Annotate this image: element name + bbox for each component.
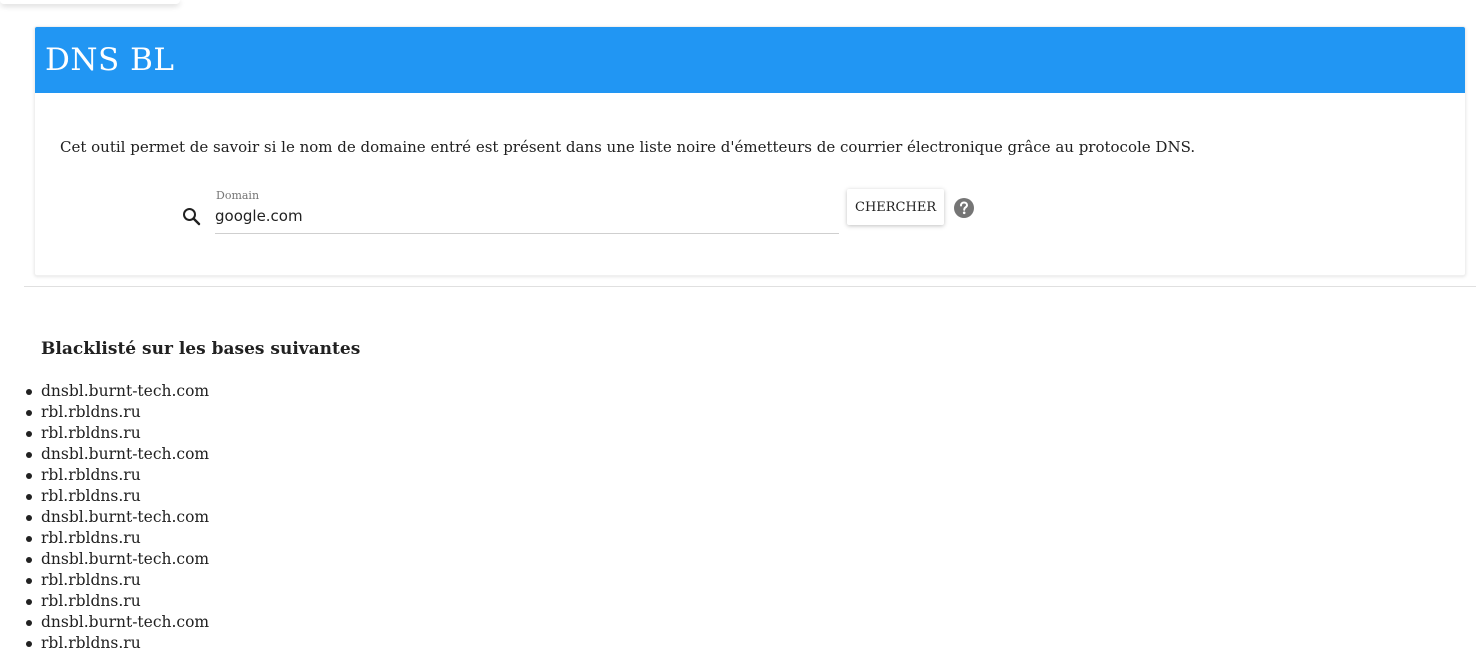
- search-button[interactable]: CHERCHER: [847, 189, 945, 225]
- list-item: rbl.rbldns.ru: [25, 528, 209, 549]
- list-item: dnsbl.burnt-tech.com: [25, 613, 210, 631]
- list-item: dnsbl.burnt-tech.com: [25, 550, 210, 568]
- domain-field: Domain: [215, 189, 839, 234]
- help-icon[interactable]: [953, 197, 975, 219]
- results-heading: Blacklisté sur les bases suivantes: [41, 339, 361, 359]
- dnsbl-card: DNS BL Cet outil permet de savoir si le …: [34, 26, 1466, 276]
- search-icon: [180, 205, 204, 229]
- list-item: rbl.rbldns.ru: [25, 465, 209, 486]
- blacklist-results: dnsbl.burnt-tech.com rbl.rbldns.ru rbl.r…: [25, 381, 210, 654]
- search-row: Domain CHERCHER: [180, 189, 1000, 239]
- top-menu-shadow: [0, 0, 180, 4]
- list-item: rbl.rbldns.ru: [25, 423, 209, 444]
- section-divider: [24, 286, 1476, 287]
- list-item: rbl.rbldns.ru: [25, 402, 209, 423]
- page-title: DNS BL: [45, 42, 175, 78]
- card-header: DNS BL: [35, 27, 1465, 93]
- list-item: rbl.rbldns.ru: [25, 570, 209, 591]
- list-item: rbl.rbldns.ru: [25, 486, 209, 507]
- domain-field-label: Domain: [216, 189, 260, 202]
- list-item: dnsbl.burnt-tech.com: [25, 508, 210, 526]
- tool-description: Cet outil permet de savoir si le nom de …: [60, 138, 1196, 156]
- list-item: dnsbl.burnt-tech.com: [25, 382, 210, 400]
- list-item: rbl.rbldns.ru: [25, 633, 209, 654]
- list-item: rbl.rbldns.ru: [25, 591, 209, 612]
- list-item: dnsbl.burnt-tech.com: [25, 445, 210, 463]
- domain-input[interactable]: [215, 207, 835, 225]
